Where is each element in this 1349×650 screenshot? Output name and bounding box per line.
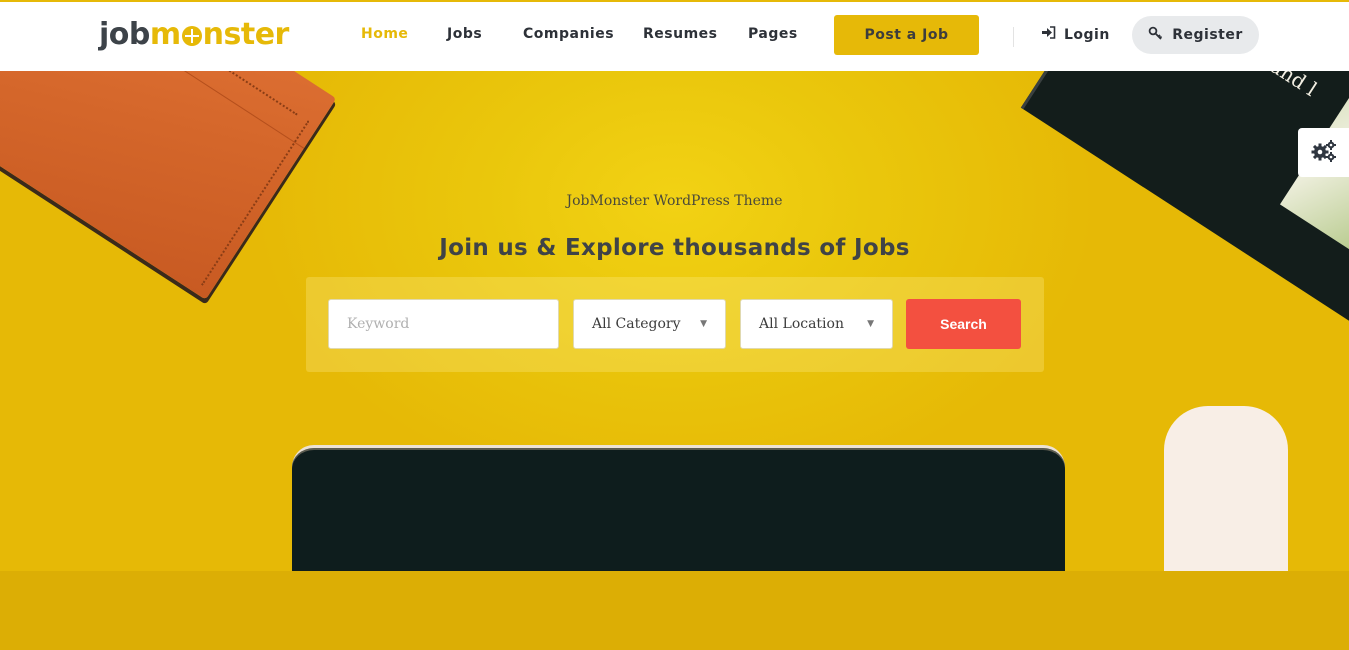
location-select-value: All Location	[759, 316, 844, 332]
nav-item-pages[interactable]: Pages	[748, 26, 798, 42]
site-header: jobm nster Home Jobs Companies Resumes Pa…	[0, 0, 1349, 71]
nav-item-companies[interactable]: Companies	[523, 26, 614, 42]
category-select-value: All Category	[592, 316, 681, 332]
decorative-laptop-image	[292, 445, 1065, 571]
post-job-button[interactable]: Post a Job	[834, 15, 979, 55]
sign-in-icon	[1042, 26, 1056, 43]
header-divider	[1013, 27, 1014, 47]
nav-item-resumes[interactable]: Resumes	[643, 26, 718, 42]
category-select[interactable]: All Category ▼	[573, 299, 726, 349]
key-icon	[1148, 26, 1163, 45]
keyword-input[interactable]	[328, 299, 559, 349]
post-job-label: Post a Job	[864, 27, 949, 43]
job-search-form: All Category ▼ All Location ▼ Search	[306, 277, 1044, 372]
settings-toggle-button[interactable]	[1298, 128, 1349, 177]
logo[interactable]: jobm nster	[99, 16, 289, 54]
logo-ball-icon	[181, 26, 202, 46]
hero-subtitle: JobMonster WordPress Theme	[566, 193, 783, 209]
login-button[interactable]: Login	[1042, 26, 1110, 43]
chevron-down-icon: ▼	[700, 319, 707, 329]
decorative-wallet-image	[0, 71, 337, 300]
magazine-headline: Our 25 cities f late nights and l	[1170, 71, 1334, 101]
section-band	[0, 571, 1349, 650]
logo-text-job: job	[99, 17, 150, 52]
logo-text-m: m	[149, 17, 181, 52]
search-button[interactable]: Search	[906, 299, 1021, 349]
register-button[interactable]: Register	[1132, 16, 1259, 54]
login-label: Login	[1064, 26, 1110, 43]
nav-item-home[interactable]: Home	[361, 26, 408, 42]
chevron-down-icon: ▼	[867, 319, 874, 329]
hero-title: Join us & Explore thousands of Jobs	[439, 235, 910, 261]
logo-text-nster: nster	[202, 17, 290, 52]
register-label: Register	[1172, 27, 1243, 43]
gears-icon	[1311, 139, 1337, 167]
hero-section: Mo Our 25 cities f late nights and l	[0, 71, 1349, 571]
location-select[interactable]: All Location ▼	[740, 299, 893, 349]
nav-item-jobs[interactable]: Jobs	[447, 26, 482, 42]
decorative-mouse-image	[1164, 406, 1288, 571]
